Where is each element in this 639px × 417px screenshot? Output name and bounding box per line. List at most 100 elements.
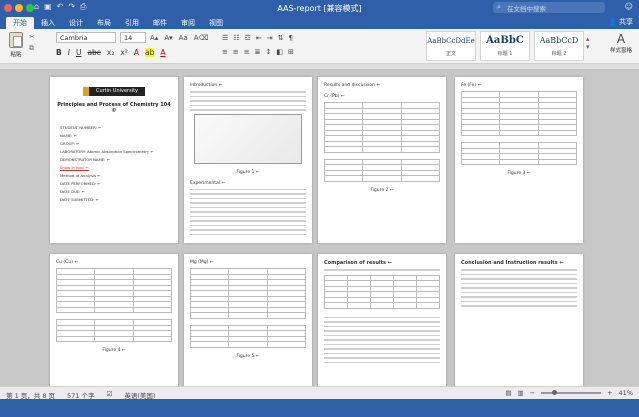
page-7[interactable]: Comparison of results ←	[318, 254, 446, 386]
shading-icon[interactable]: ◧	[276, 48, 283, 56]
text-effects-icon[interactable]: A	[134, 48, 139, 57]
document-canvas[interactable]: Curtin University Principles and Process…	[0, 69, 639, 386]
share-button[interactable]: 👤 共享	[608, 17, 633, 27]
style-name: 标题 1	[497, 51, 513, 57]
page-5[interactable]: Cu (Cu) ← Figure 4 ←	[50, 254, 178, 386]
tab-mailings[interactable]: 邮件	[146, 17, 174, 29]
increase-indent-icon[interactable]: ⇥	[267, 34, 273, 42]
bullets-icon[interactable]: ☰	[222, 34, 228, 42]
language-indicator[interactable]: 英语(美国)	[124, 390, 155, 400]
style-preview: AaBbC	[486, 35, 524, 46]
style-name: 标题 2	[551, 51, 567, 57]
cover-field: DATE DUE: ←	[60, 189, 85, 194]
search-input[interactable]: ⌕ 在文档中搜索	[493, 2, 605, 13]
borders-icon[interactable]: ⊞	[288, 48, 294, 56]
page-count[interactable]: 第 1 页，共 8 页	[6, 390, 55, 400]
character-format-tools: B I U abc x₂ x² A ab A	[56, 48, 165, 57]
word-count[interactable]: 571 个字	[67, 390, 94, 400]
figure-caption: Figure 5 ←	[236, 353, 260, 359]
change-case-icon[interactable]: Aa	[179, 34, 188, 42]
cut-icon[interactable]: ✂	[29, 33, 35, 41]
tab-home[interactable]: 开始	[6, 17, 34, 29]
justify-icon[interactable]: ≣	[255, 48, 261, 56]
cover-fields: STUDENT NUMBER: ← NAME: ← GROUP: ← LABOR…	[60, 124, 168, 204]
page-heading: Comparison of results ←	[324, 260, 392, 266]
page-6[interactable]: Mg (Mg) ← Figure 5 ←	[184, 254, 312, 386]
web-layout-icon[interactable]: ▥	[517, 389, 523, 397]
page-1[interactable]: Curtin University Principles and Process…	[50, 77, 178, 243]
ribbon-tabs: 开始 插入 设计 布局 引用 邮件 审阅 视图 👤 共享	[0, 16, 639, 29]
style-pane-button[interactable]: A 样式窗格	[607, 32, 635, 54]
styles-scroll[interactable]: ▴ ▾	[586, 35, 590, 51]
alignment-tools: ≡ ≡ ≡ ≣ ↕ ◧ ⊞	[222, 48, 294, 56]
page-4[interactable]: Fe (Fe) ← Figure 3 ←	[455, 77, 583, 243]
cover-title: Principles and Process of Chemistry 104 …	[57, 102, 171, 114]
tab-design[interactable]: 设计	[62, 17, 90, 29]
italic-icon[interactable]: I	[68, 48, 70, 57]
tab-insert[interactable]: 插入	[34, 17, 62, 29]
summary-table	[189, 324, 307, 348]
page-heading: Mg (Mg) ←	[190, 260, 214, 265]
tab-review[interactable]: 审阅	[174, 17, 202, 29]
page-8[interactable]: Conclusion and Instruction results ←	[455, 254, 583, 386]
figure-caption: Figure 1 ←	[236, 169, 260, 175]
zoom-level[interactable]: 41%	[619, 389, 633, 397]
paste-label: 粘贴	[10, 52, 22, 58]
sort-icon[interactable]: ⇅	[278, 34, 284, 42]
tab-view[interactable]: 视图	[202, 17, 230, 29]
search-placeholder: 在文档中搜索	[507, 5, 546, 13]
page-heading: Fe (Fe) ←	[461, 83, 482, 88]
zoom-out-icon[interactable]: −	[530, 389, 535, 397]
underline-icon[interactable]: U	[76, 48, 82, 57]
style-heading-1[interactable]: AaBbC 标题 1	[480, 31, 530, 61]
proofing-icon[interactable]: ☑	[107, 390, 113, 400]
numbering-icon[interactable]: ☷	[233, 34, 239, 42]
tab-references[interactable]: 引用	[118, 17, 146, 29]
style-normal[interactable]: AaBbCcDdEe 正文	[426, 31, 476, 61]
cover-field: Show in box: ←	[60, 165, 89, 170]
font-size-select[interactable]: 14	[120, 32, 146, 43]
share-icon: 👤	[608, 18, 617, 26]
multilevel-list-icon[interactable]: ☲	[245, 34, 251, 42]
cover-field: GROUP: ←	[60, 141, 80, 146]
paste-button[interactable]: 粘贴	[6, 32, 26, 58]
line-spacing-icon[interactable]: ↕	[266, 48, 272, 56]
decrease-indent-icon[interactable]: ⇤	[256, 34, 262, 42]
zoom-slider[interactable]	[541, 390, 602, 395]
copy-icon[interactable]: ⧉	[29, 44, 35, 53]
list-tools: ☰ ☷ ☲ ⇤ ⇥ ⇅ ¶	[222, 34, 293, 42]
print-layout-icon[interactable]: ▤	[505, 389, 511, 397]
cover-field: DATE PERFORMED: ←	[60, 181, 101, 186]
style-pane-icon: A	[616, 32, 626, 46]
align-left-icon[interactable]: ≡	[222, 48, 228, 56]
grow-font-icon[interactable]: A▴	[150, 34, 158, 42]
font-color-icon[interactable]: A	[160, 48, 165, 57]
cover-field: NAME: ←	[60, 133, 77, 138]
page-heading: Cu (Cu) ←	[56, 260, 79, 265]
bold-icon[interactable]: B	[56, 48, 62, 57]
shrink-font-icon[interactable]: A▾	[164, 34, 172, 42]
subscript-icon[interactable]: x₂	[107, 48, 114, 57]
data-table	[55, 268, 173, 313]
font-family-select[interactable]: Cambria	[56, 32, 116, 43]
superscript-icon[interactable]: x²	[120, 48, 127, 57]
cover-field: LABORATORY: Atomic Absorption Spectromet…	[60, 149, 154, 154]
status-bar: 第 1 页，共 8 页 571 个字 ☑ 英语(美国) ▤ ▥ − + 41%	[0, 386, 639, 400]
align-center-icon[interactable]: ≡	[233, 48, 239, 56]
cover-field: DEMONSTRATOR NAME: ←	[60, 157, 110, 162]
page-2[interactable]: Introduction ← Figure 1 ← Experimental ←	[184, 77, 312, 243]
user-icon[interactable]: ☺	[625, 2, 633, 11]
search-icon: ⌕	[497, 3, 501, 11]
align-right-icon[interactable]: ≡	[244, 48, 250, 56]
style-heading-2[interactable]: AaBbCcD 标题 2	[534, 31, 584, 61]
strikethrough-icon[interactable]: abc	[87, 48, 100, 57]
ribbon: 粘贴 ✂ ⧉ Cambria 14 A▴ A▾ Aa A⌫ B I U abc …	[0, 29, 639, 64]
tab-layout[interactable]: 布局	[90, 17, 118, 29]
show-marks-icon[interactable]: ¶	[288, 34, 292, 42]
highlight-icon[interactable]: ab	[144, 48, 155, 57]
sub-heading: Cr (Pb) ←	[324, 94, 345, 99]
clear-format-icon[interactable]: A⌫	[194, 34, 209, 42]
page-3[interactable]: Results and discussion ← Cr (Pb) ← Figur…	[318, 77, 446, 243]
page-heading: Conclusion and Instruction results ←	[461, 260, 564, 266]
zoom-in-icon[interactable]: +	[607, 389, 612, 397]
